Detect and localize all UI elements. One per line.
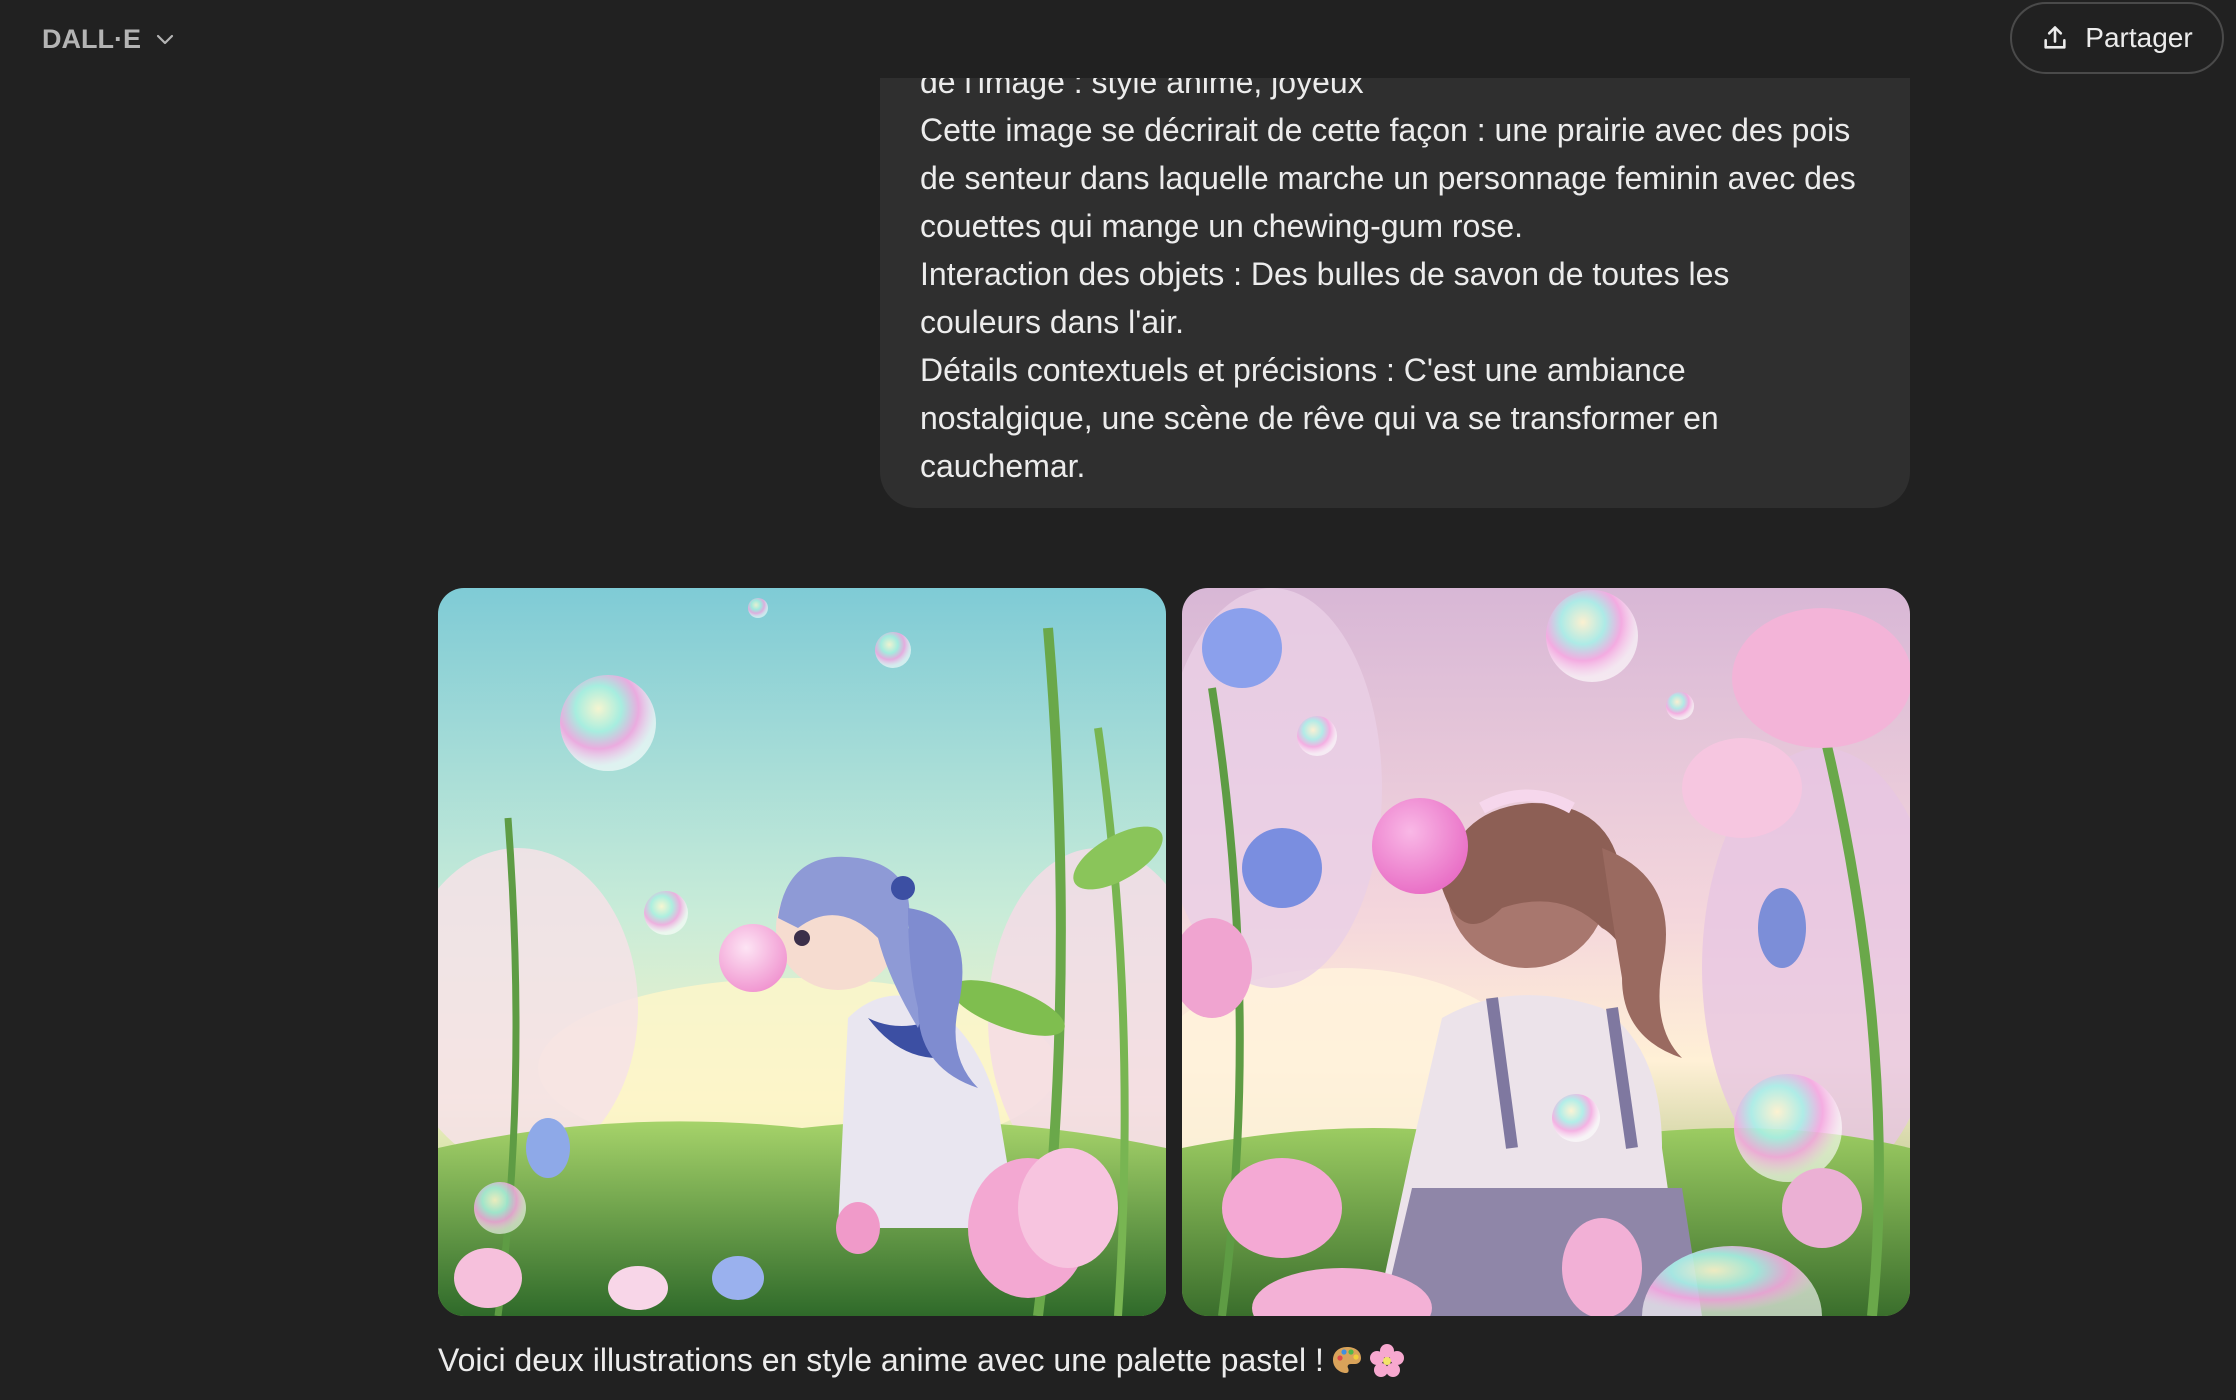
anime-girl-meadow-illustration-2 bbox=[1182, 588, 1910, 1316]
assistant-caption: Voici deux illustrations en style anime … bbox=[438, 1336, 1404, 1384]
user-message-line: de senteur dans laquelle marche un perso… bbox=[920, 160, 1856, 196]
user-message-line: Interaction des objets : Des bulles de s… bbox=[920, 256, 1730, 292]
palette-icon bbox=[1332, 1347, 1361, 1373]
user-message-line: nostalgique, une scène de rêve qui va se… bbox=[920, 400, 1719, 436]
model-selector[interactable]: DALL·E bbox=[24, 14, 195, 64]
share-label: Partager bbox=[2085, 22, 2193, 53]
share-icon bbox=[2044, 26, 2066, 49]
model-name: DALL·E bbox=[42, 23, 141, 54]
user-message-line: couleurs dans l'air. bbox=[920, 304, 1185, 340]
user-message-bubble: de l'image : style anime, joyeux Cette i… bbox=[880, 40, 1910, 508]
user-message-line: Détails contextuels et précisions : C'es… bbox=[920, 352, 1686, 388]
cherry-blossom-icon bbox=[1369, 1344, 1404, 1377]
top-bar: DALL·E Partager bbox=[0, 0, 2236, 78]
assistant-caption-text: Voici deux illustrations en style anime … bbox=[438, 1342, 1324, 1378]
user-message-line: cauchemar. bbox=[920, 448, 1086, 484]
user-message-line: Cette image se décrirait de cette façon … bbox=[920, 112, 1851, 148]
share-button[interactable]: Partager bbox=[2010, 2, 2224, 74]
generated-images bbox=[438, 588, 1910, 1316]
generated-image-1[interactable] bbox=[438, 588, 1166, 1316]
anime-girl-meadow-illustration-1 bbox=[438, 588, 1166, 1316]
generated-image-2[interactable] bbox=[1182, 588, 1910, 1316]
user-message-line: couettes qui mange un chewing-gum rose. bbox=[920, 208, 1524, 244]
chevron-down-icon bbox=[156, 34, 174, 45]
